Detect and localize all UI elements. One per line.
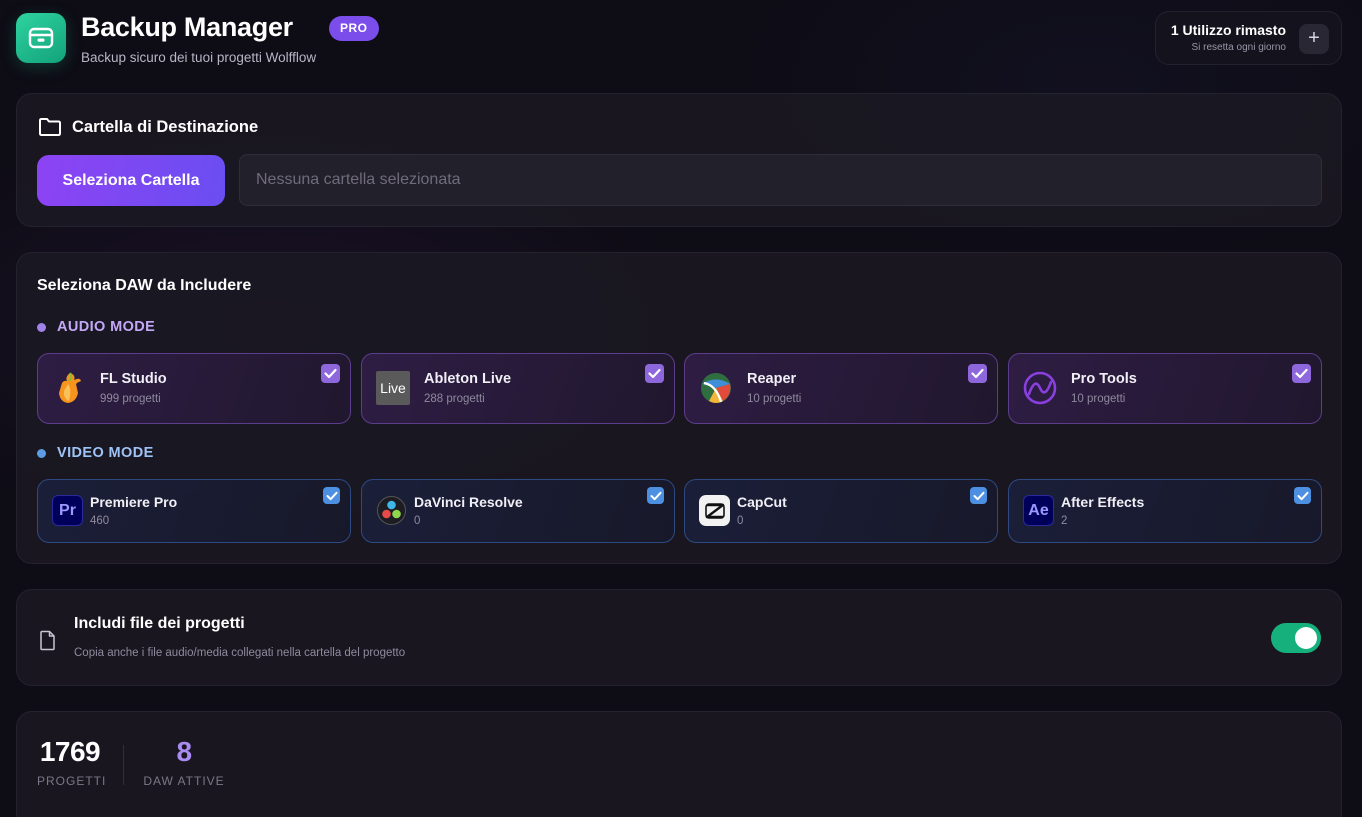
daw-selection-card: Seleziona DAW da Includere AUDIO MODE FL… (16, 252, 1342, 564)
checkbox-checked-icon[interactable] (647, 487, 664, 504)
include-files-card: Includi file dei progetti Copia anche i … (16, 589, 1342, 686)
daw-name: Premiere Pro (90, 494, 178, 510)
stat-divider (123, 745, 124, 785)
capcut-icon (699, 495, 730, 526)
daw-tile-davinci-resolve[interactable]: DaVinci Resolve 0 (361, 479, 675, 543)
daw-project-count: 460 (90, 515, 110, 527)
pro-tools-icon (1023, 371, 1057, 405)
page-title: Backup Manager (81, 12, 293, 42)
daw-name: CapCut (737, 494, 787, 510)
checkbox-checked-icon[interactable] (1292, 364, 1311, 383)
folder-icon (39, 118, 61, 136)
audio-mode-text: AUDIO MODE (57, 319, 156, 335)
audio-mode-label: AUDIO MODE (37, 319, 155, 335)
daw-tile-premiere-pro[interactable]: Pr Premiere Pro 460 (37, 479, 351, 543)
daw-project-count: 0 (414, 515, 421, 527)
video-mode-text: VIDEO MODE (57, 445, 154, 461)
file-icon (40, 630, 55, 651)
include-files-title: Includi file dei progetti (74, 615, 245, 632)
daw-name: FL Studio (100, 371, 167, 387)
usage-remaining: 1 Utilizzo rimasto (1170, 22, 1286, 38)
daw-project-count: 2 (1061, 515, 1068, 527)
davinci-resolve-icon (376, 495, 407, 526)
stats-card: 1769 PROGETTI 8 DAW ATTIVE (16, 711, 1342, 817)
toggle-knob (1295, 627, 1317, 649)
checkbox-checked-icon[interactable] (645, 364, 664, 383)
after-effects-icon: Ae (1023, 495, 1054, 526)
destination-title: Cartella di Destinazione (72, 118, 259, 136)
projects-label: PROGETTI (37, 774, 107, 788)
fl-studio-icon (52, 371, 86, 405)
daw-name: After Effects (1061, 494, 1145, 510)
active-daw-label: DAW ATTIVE (143, 774, 225, 788)
checkbox-checked-icon[interactable] (970, 487, 987, 504)
destination-card: Cartella di Destinazione Seleziona Carte… (16, 93, 1342, 227)
audio-dot-icon (37, 322, 46, 332)
checkbox-checked-icon[interactable] (321, 364, 340, 383)
daw-tile-fl-studio[interactable]: FL Studio 999 progetti (37, 353, 351, 424)
video-dot-icon (37, 448, 46, 458)
pro-badge: PRO (329, 16, 379, 41)
page-subtitle: Backup sicuro dei tuoi progetti Wolfflow (81, 50, 317, 65)
daw-name: Reaper (747, 371, 797, 387)
daw-name: Ableton Live (424, 371, 512, 387)
include-files-description: Copia anche i file audio/media collegati… (74, 647, 406, 659)
projects-stat: 1769 PROGETTI (37, 736, 107, 788)
destination-path-field[interactable]: Nessuna cartella selezionata (239, 154, 1322, 206)
checkbox-checked-icon[interactable] (968, 364, 987, 383)
daw-project-count: 0 (737, 515, 744, 527)
daw-tile-capcut[interactable]: CapCut 0 (684, 479, 998, 543)
projects-count: 1769 (39, 736, 101, 767)
checkbox-checked-icon[interactable] (1294, 487, 1311, 504)
daw-section-title: Seleziona DAW da Includere (37, 277, 252, 294)
daw-tile-after-effects[interactable]: Ae After Effects 2 (1008, 479, 1322, 543)
usage-reset-note: Si resetta ogni giorno (1191, 42, 1286, 53)
daw-name: Pro Tools (1071, 371, 1137, 387)
premiere-pro-icon: Pr (52, 495, 83, 526)
ableton-live-icon: Live (376, 371, 410, 405)
daw-tile-ableton-live[interactable]: Live Ableton Live 288 progetti (361, 353, 675, 424)
daw-project-count: 999 progetti (100, 393, 161, 405)
video-mode-label: VIDEO MODE (37, 445, 154, 461)
active-daw-count: 8 (176, 736, 192, 767)
daw-project-count: 10 progetti (1071, 393, 1126, 405)
app-header: Backup Manager PRO Backup sicuro dei tuo… (16, 11, 1342, 68)
daw-tile-pro-tools[interactable]: Pro Tools 10 progetti (1008, 353, 1322, 424)
daw-name: DaVinci Resolve (414, 494, 523, 510)
select-folder-button[interactable]: Seleziona Cartella (37, 155, 225, 206)
backup-box-icon (16, 13, 66, 63)
daw-tile-reaper[interactable]: Reaper 10 progetti (684, 353, 998, 424)
add-usage-button[interactable]: + (1299, 24, 1329, 54)
reaper-icon (699, 371, 733, 405)
checkbox-checked-icon[interactable] (323, 487, 340, 504)
include-files-toggle[interactable] (1271, 623, 1321, 653)
daw-project-count: 10 progetti (747, 393, 802, 405)
daw-project-count: 288 progetti (424, 393, 485, 405)
usage-counter: 1 Utilizzo rimasto Si resetta ogni giorn… (1155, 11, 1342, 65)
active-daw-stat: 8 DAW ATTIVE (143, 736, 225, 788)
